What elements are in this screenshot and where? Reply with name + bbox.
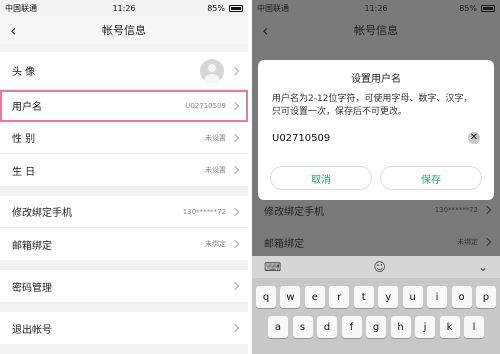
back-icon[interactable]: ‹: [262, 16, 268, 44]
row-label: 头 像: [12, 67, 36, 78]
cancel-button[interactable]: 取消: [270, 166, 372, 190]
row-label: 性 别: [12, 134, 36, 145]
key-j[interactable]: j: [415, 316, 435, 338]
username-input[interactable]: U02710509 ✕: [272, 129, 480, 147]
clear-icon[interactable]: ✕: [468, 132, 480, 144]
row-avatar[interactable]: 头 像: [0, 52, 248, 90]
chevron-right-icon: [482, 205, 492, 215]
row-value: 未设置: [205, 133, 226, 142]
key-p[interactable]: p: [475, 286, 496, 308]
username-input-value: U02710509: [272, 132, 331, 144]
chevron-right-icon: [230, 281, 240, 291]
key-d[interactable]: d: [317, 316, 337, 338]
key-e[interactable]: e: [304, 286, 325, 308]
key-g[interactable]: g: [366, 316, 386, 338]
set-username-dialog: 设置用户名 用户名为2-12位字符，可使用字母、数字、汉字，只可设置一次，保存后…: [258, 60, 494, 200]
keyboard-row-1: qwertyuiop: [256, 286, 496, 308]
right-screen: 中国联通 11:26 85% ‹ 帐号信息 修改绑定手机 130******72…: [252, 0, 500, 354]
row-value: 未绑定: [205, 240, 226, 248]
save-button[interactable]: 保存: [380, 166, 482, 190]
key-o[interactable]: o: [451, 286, 472, 308]
chevron-right-icon: [230, 165, 240, 175]
chevron-right-icon: [230, 66, 240, 75]
status-bar: 中国联通 11:26 85%: [252, 0, 500, 16]
key-f[interactable]: f: [341, 316, 362, 338]
password-group: 密码管理: [0, 270, 248, 302]
row-value: 未绑定: [457, 238, 478, 246]
row-label: 邮箱绑定: [12, 240, 52, 252]
binding-group: 修改绑定手机 130******72 邮箱绑定 未绑定: [0, 196, 248, 260]
left-screen: 中国联通 11:26 85% ‹ 帐号信息 头 像 用户名 U02710509 …: [0, 0, 248, 354]
row-label: 修改绑定手机: [264, 206, 324, 218]
key-k[interactable]: k: [439, 316, 460, 338]
nav-bar: ‹ 帐号信息: [252, 16, 500, 44]
keyboard-icon[interactable]: ⌨: [264, 260, 281, 274]
key-h[interactable]: h: [390, 316, 411, 338]
carrier-text: 中国联通: [257, 3, 289, 13]
key-s[interactable]: s: [292, 316, 313, 338]
carrier-text: 中国联通: [5, 3, 37, 13]
chevron-right-icon: [230, 133, 240, 142]
row-value: U02710509: [185, 101, 226, 110]
keyboard-toolbar: ⌨ ☺ ⌄: [252, 256, 500, 278]
emoji-icon[interactable]: ☺: [373, 260, 386, 274]
keyboard: qwertyuiop asdfghjkl: [252, 278, 500, 354]
battery-text: 85%: [459, 3, 477, 13]
key-w[interactable]: w: [280, 286, 301, 308]
key-r[interactable]: r: [329, 286, 350, 308]
chevron-right-icon: [230, 207, 240, 216]
dialog-title: 设置用户名: [351, 74, 401, 85]
row-gender[interactable]: 性 别 未设置: [0, 122, 248, 154]
chevron-down-icon[interactable]: ⌄: [478, 260, 488, 274]
row-label: 邮箱绑定: [264, 238, 304, 250]
logout-group: 退出帐号: [0, 312, 248, 344]
key-q[interactable]: q: [256, 286, 276, 308]
key-t[interactable]: t: [353, 286, 374, 308]
row-label: 退出帐号: [12, 324, 52, 336]
battery-icon: [481, 4, 495, 12]
row-label: 密码管理: [12, 282, 52, 294]
status-bar: 中国联通 11:26 85%: [0, 0, 248, 16]
chevron-right-icon: [482, 237, 492, 247]
row-label: 修改绑定手机: [12, 208, 72, 219]
page-title: 帐号信息: [102, 24, 146, 37]
dialog-message: 用户名为2-12位字符，可使用字母、数字、汉字，只可设置一次，保存后不可更改。: [272, 94, 473, 117]
chevron-right-icon: [230, 101, 240, 110]
chevron-right-icon: [230, 239, 240, 249]
row-label: 生 日: [12, 166, 36, 178]
row-birthday[interactable]: 生 日 未设置: [0, 154, 248, 186]
row-email-binding: 邮箱绑定 未绑定: [252, 228, 500, 256]
row-password[interactable]: 密码管理: [0, 270, 248, 302]
key-i[interactable]: i: [427, 286, 448, 308]
key-y[interactable]: y: [378, 286, 399, 308]
avatar: [200, 58, 224, 83]
key-l[interactable]: l: [464, 316, 484, 338]
page-title: 帐号信息: [354, 24, 398, 37]
row-logout[interactable]: 退出帐号: [0, 312, 248, 344]
profile-group: 头 像 用户名 U02710509 性 别 未设置 生 日 未设置: [0, 52, 248, 186]
row-value: 130******72: [434, 206, 478, 214]
battery-icon: [229, 4, 243, 12]
row-email-binding[interactable]: 邮箱绑定 未绑定: [0, 228, 248, 260]
chevron-right-icon: [230, 323, 240, 333]
nav-bar: ‹ 帐号信息: [0, 16, 248, 44]
row-username[interactable]: 用户名 U02710509: [0, 90, 248, 122]
row-phone-binding[interactable]: 修改绑定手机 130******72: [0, 196, 248, 228]
row-phone-binding: 修改绑定手机 130******72: [252, 196, 500, 224]
row-label: 用户名: [12, 102, 42, 113]
key-a[interactable]: a: [268, 316, 288, 338]
row-value: 未设置: [205, 166, 226, 174]
battery-text: 85%: [207, 3, 225, 13]
keyboard-row-2: asdfghjkl: [256, 316, 496, 338]
back-icon[interactable]: ‹: [10, 16, 16, 44]
key-u[interactable]: u: [402, 286, 423, 308]
row-value: 130******72: [182, 207, 226, 216]
